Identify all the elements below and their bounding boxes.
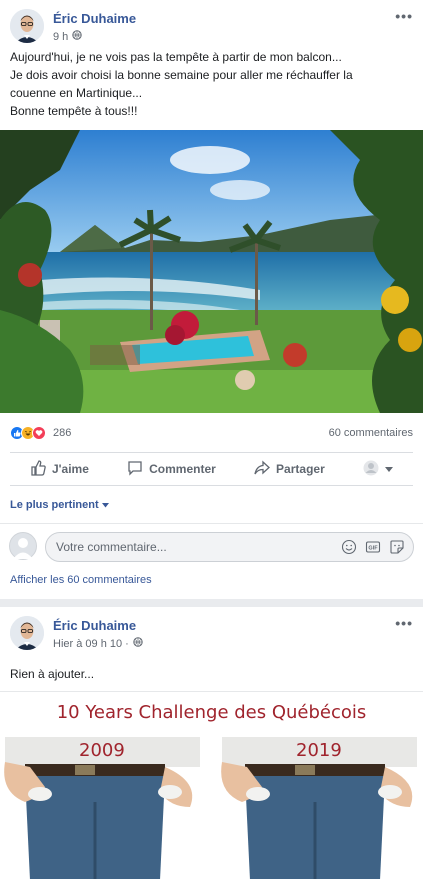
author-avatar[interactable] xyxy=(10,616,44,650)
view-all-comments-link[interactable]: Afficher les 60 commentaires xyxy=(10,574,152,586)
post-time[interactable]: Hier à 09 h 10 · xyxy=(53,638,129,650)
reactions-summary[interactable]: 286 xyxy=(10,426,71,440)
comment-label: Commenter xyxy=(149,462,216,476)
year-right: 2019 xyxy=(296,740,342,761)
post-text-line: Bonne tempête à tous!!! xyxy=(10,104,138,118)
audience-selector[interactable] xyxy=(363,460,393,479)
comment-placeholder: Votre commentaire... xyxy=(56,540,167,554)
globe-icon xyxy=(72,30,82,43)
share-label: Partager xyxy=(276,462,325,476)
chevron-down-icon xyxy=(384,462,393,476)
sort-label: Le plus pertinent xyxy=(10,499,99,511)
reaction-stats: 286 60 commentaires xyxy=(10,423,413,443)
like-label: J'aime xyxy=(52,462,89,476)
sticker-icon[interactable] xyxy=(389,539,405,558)
post-text: Aujourd'hui, je ne vois pas la tempête à… xyxy=(0,48,423,120)
author-avatar[interactable] xyxy=(10,9,44,43)
profile-icon xyxy=(363,460,379,479)
svg-text:GIF: GIF xyxy=(368,546,378,552)
comment-count[interactable]: 60 commentaires xyxy=(329,427,413,439)
feed-separator xyxy=(0,599,423,607)
chevron-down-icon xyxy=(101,499,109,511)
author-name[interactable]: Éric Duhaime xyxy=(53,618,136,633)
post-header: Éric Duhaime Hier à 09 h 10 · ••• xyxy=(0,607,423,655)
post-photo[interactable]: 10 Years Challenge des Québécois 2009 20… xyxy=(0,691,423,879)
globe-icon xyxy=(133,637,143,650)
post-text-line: Aujourd'hui, je ne vois pas la tempête à… xyxy=(10,50,342,64)
share-icon xyxy=(254,460,271,479)
more-icon[interactable]: ••• xyxy=(395,615,413,631)
comment-composer: Votre commentaire... GIF xyxy=(0,523,423,565)
thumbs-up-icon xyxy=(30,459,46,479)
share-button[interactable]: Partager xyxy=(254,460,325,479)
post-1: Éric Duhaime 9 h ••• Aujourd'hui, je ne … xyxy=(0,0,423,599)
author-name[interactable]: Éric Duhaime xyxy=(53,11,136,26)
comment-button[interactable]: Commenter xyxy=(127,460,216,479)
emoji-icon[interactable] xyxy=(341,539,357,558)
comment-input[interactable]: Votre commentaire... GIF xyxy=(45,532,414,562)
post-meta: 9 h xyxy=(53,30,82,43)
comment-icon xyxy=(127,460,143,479)
post-text-line: Je dois avoir choisi la bonne semaine po… xyxy=(10,68,353,82)
post-2: Éric Duhaime Hier à 09 h 10 · ••• Rien à… xyxy=(0,607,423,879)
post-text: Rien à ajouter... xyxy=(10,667,95,681)
like-button[interactable]: J'aime xyxy=(30,459,89,479)
post-meta: Hier à 09 h 10 · xyxy=(53,637,143,650)
post-time[interactable]: 9 h xyxy=(53,31,68,43)
action-bar: J'aime Commenter Partager xyxy=(10,452,413,486)
post-header: Éric Duhaime 9 h ••• xyxy=(0,0,423,48)
comment-sort[interactable]: Le plus pertinent xyxy=(10,499,109,511)
post-photo[interactable] xyxy=(0,130,423,413)
more-icon[interactable]: ••• xyxy=(395,8,413,24)
reaction-count: 286 xyxy=(53,427,72,439)
gif-icon[interactable]: GIF xyxy=(365,539,381,558)
love-icon xyxy=(32,426,46,440)
user-avatar xyxy=(9,532,37,560)
post-text-line: couenne en Martinique... xyxy=(10,86,143,100)
year-left: 2009 xyxy=(79,740,125,761)
